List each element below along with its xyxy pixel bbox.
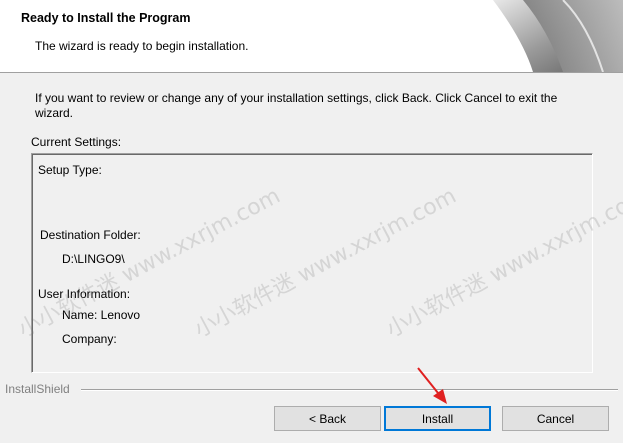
wizard-header: Ready to Install the Program The wizard … xyxy=(0,0,623,73)
intro-text: If you want to review or change any of y… xyxy=(35,91,558,120)
page-curl-graphic-icon xyxy=(493,0,623,72)
installshield-brand: InstallShield xyxy=(5,382,70,396)
company-value: Company: xyxy=(62,332,117,346)
cancel-button[interactable]: Cancel xyxy=(502,406,609,431)
page-title: Ready to Install the Program xyxy=(21,11,191,25)
user-name-value: Name: Lenovo xyxy=(62,308,141,322)
user-information-label: User Information: xyxy=(38,287,131,301)
footer-divider xyxy=(81,389,618,391)
settings-summary-box[interactable]: Setup Type: Destination Folder: D:\LINGO… xyxy=(31,153,593,373)
page-subtitle: The wizard is ready to begin installatio… xyxy=(35,39,249,53)
install-button[interactable]: Install xyxy=(384,406,491,431)
destination-folder-label: Destination Folder: xyxy=(40,228,141,242)
setup-type-label: Setup Type: xyxy=(38,163,102,177)
back-button[interactable]: < Back xyxy=(274,406,381,431)
destination-folder-value: D:\LINGO9\ xyxy=(62,252,125,266)
current-settings-label: Current Settings: xyxy=(31,135,122,149)
